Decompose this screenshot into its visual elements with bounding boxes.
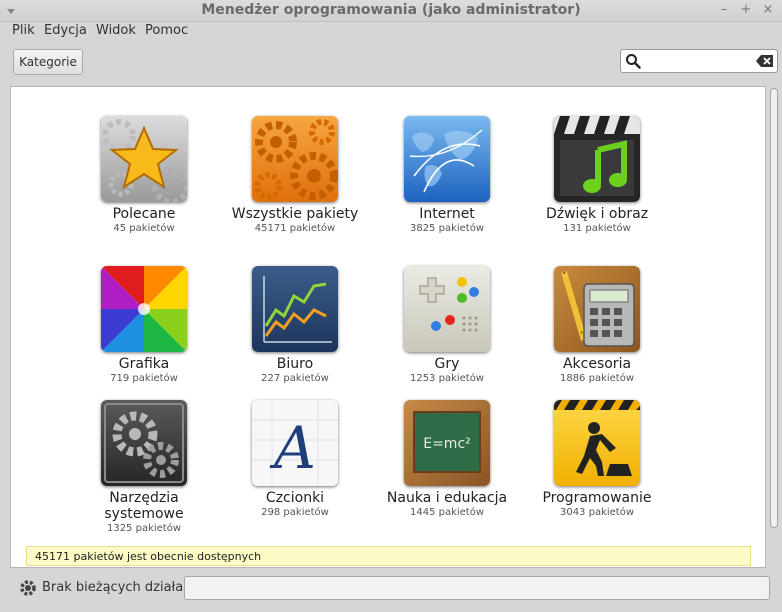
category-name: Dźwięk i obraz (545, 206, 649, 222)
svg-text:A: A (269, 414, 316, 482)
maximize-icon[interactable]: + (738, 2, 754, 18)
category-count: 298 pakietów (261, 507, 329, 518)
category-science-education[interactable]: E=mc² Nauka i edukacja 1445 pakietów (377, 400, 517, 520)
clapper-music-icon (554, 116, 640, 202)
gear-icon (20, 580, 36, 596)
calculator-icon (554, 266, 640, 352)
category-fonts[interactable]: A Czcionki 298 pakietów (225, 400, 365, 520)
category-all-packages[interactable]: Wszystkie pakiety 45171 pakietów (225, 116, 365, 236)
chalkboard-icon: E=mc² (404, 400, 490, 486)
category-name: Nauka i edukacja (386, 490, 508, 506)
category-name: Internet (419, 206, 475, 222)
toolbar: Kategorie (0, 44, 782, 82)
category-count: 45 pakietów (113, 223, 175, 234)
category-count: 3043 pakietów (559, 507, 635, 518)
category-count: 227 pakietów (261, 373, 329, 384)
category-count: 1253 pakietów (409, 373, 485, 384)
category-name: Narzędzia systemowe (104, 490, 184, 522)
category-programming[interactable]: Programowanie 3043 pakietów (527, 400, 667, 520)
category-name: Programowanie (542, 490, 652, 506)
category-name: Akcesoria (562, 356, 632, 372)
category-polecane[interactable]: Polecane 45 pakietów (74, 116, 214, 236)
activity-progress-bar (184, 576, 770, 600)
scrollbar-thumb[interactable] (770, 88, 778, 528)
close-icon[interactable]: × (760, 2, 776, 18)
menu-help[interactable]: Pomoc (145, 23, 188, 38)
title-bar: Menedżer oprogramowania (jako administra… (0, 0, 782, 22)
category-name: Biuro (276, 356, 314, 372)
chart-icon (252, 266, 338, 352)
gamepad-icon (404, 266, 490, 352)
clear-search-icon[interactable] (756, 54, 774, 68)
category-games[interactable]: Gry 1253 pakietów (377, 266, 517, 386)
category-count: 1445 pakietów (409, 507, 485, 518)
category-internet[interactable]: Internet 3825 pakietów (377, 116, 517, 236)
vertical-scrollbar[interactable] (768, 86, 780, 568)
categories-button[interactable]: Kategorie (13, 49, 83, 75)
menu-file[interactable]: Plik (12, 23, 35, 38)
category-count: 45171 pakietów (254, 223, 336, 234)
system-gears-icon (101, 400, 187, 486)
category-count: 1325 pakietów (106, 523, 182, 534)
category-name: Polecane (112, 206, 176, 222)
category-sound-video[interactable]: Dźwięk i obraz 131 pakietów (527, 116, 667, 236)
category-office[interactable]: Biuro 227 pakietów (225, 266, 365, 386)
menu-view[interactable]: Widok (96, 23, 136, 38)
search-icon (626, 54, 641, 69)
menu-edit[interactable]: Edycja (44, 23, 87, 38)
category-accessories[interactable]: Akcesoria 1886 pakietów (527, 266, 667, 386)
category-name: Czcionki (265, 490, 325, 506)
category-system-tools[interactable]: Narzędzia systemowe 1325 pakietów (74, 400, 214, 536)
window-title: Menedżer oprogramowania (jako administra… (201, 2, 581, 18)
chalkboard-text: E=mc² (423, 436, 471, 452)
gears-icon (252, 116, 338, 202)
category-count: 131 pakietów (563, 223, 631, 234)
globe-icon (404, 116, 490, 202)
minimize-icon[interactable]: – (716, 2, 732, 18)
menu-bar: Plik Edycja Widok Pomoc (0, 22, 782, 42)
color-wheel-icon (101, 266, 187, 352)
font-icon: A (252, 400, 338, 486)
category-name: Gry (434, 356, 460, 372)
category-count: 719 pakietów (110, 373, 178, 384)
status-bar: Brak bieżących działań (0, 570, 782, 612)
category-count: 1886 pakietów (559, 373, 635, 384)
star-icon (101, 116, 187, 202)
activity-label: Brak bieżących działań (42, 580, 192, 595)
packages-available-message: 45171 pakietów jest obecnie dostępnych (26, 546, 751, 566)
category-name: Grafika (118, 356, 170, 372)
category-name: Wszystkie pakiety (231, 206, 359, 222)
category-count: 3825 pakietów (409, 223, 485, 234)
construction-icon (554, 400, 640, 486)
category-graphics[interactable]: Grafika 719 pakietów (74, 266, 214, 386)
search-input[interactable] (620, 49, 778, 73)
